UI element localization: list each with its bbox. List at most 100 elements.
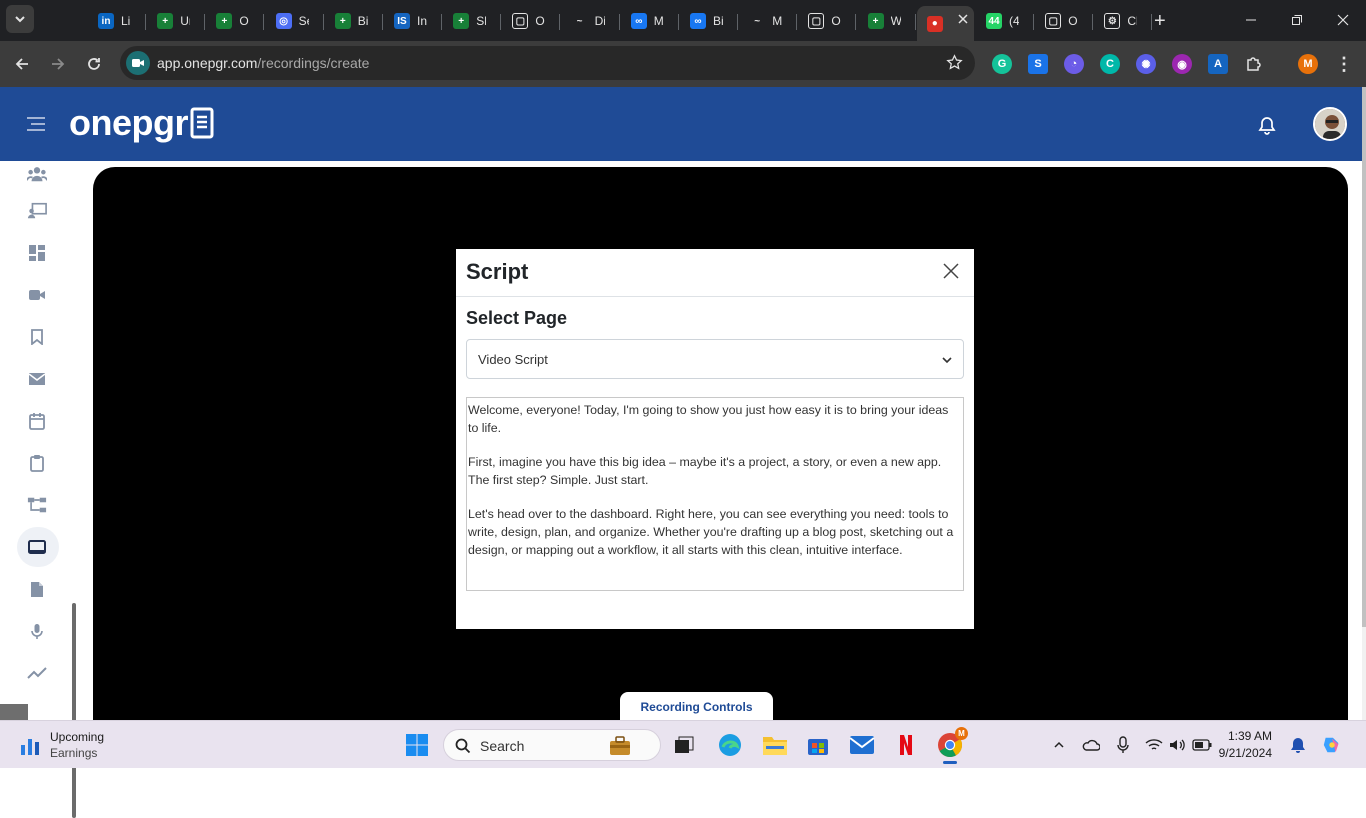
restore-button[interactable] — [1274, 0, 1320, 40]
wifi-icon[interactable] — [1144, 735, 1164, 755]
new-tab-button[interactable]: + — [1148, 6, 1176, 36]
edge-button[interactable] — [715, 730, 745, 760]
file-icon — [27, 580, 47, 598]
mail-icon — [849, 736, 875, 754]
clock-date[interactable]: 9/21/2024 — [1219, 746, 1272, 760]
sidebar-item[interactable] — [17, 527, 59, 567]
extension-gear-icon[interactable]: ✺ — [1136, 54, 1156, 74]
hamburger-menu-icon[interactable] — [26, 116, 46, 137]
extension-badge-icon[interactable]: ◉ — [1172, 54, 1192, 74]
sidebar-scrollbar[interactable] — [72, 603, 76, 818]
browser-tab[interactable]: + Sh — [443, 6, 502, 36]
sidebar-item[interactable] — [17, 275, 59, 315]
grammarly-extension-icon[interactable]: G — [992, 54, 1012, 74]
sidebar-item[interactable] — [17, 569, 59, 609]
extension-c-icon[interactable]: C — [1100, 54, 1120, 74]
browser-tab[interactable]: + Or — [206, 6, 265, 36]
minimize-button[interactable] — [1228, 0, 1274, 40]
close-modal-button[interactable] — [942, 262, 960, 280]
browser-tab[interactable]: ● — [916, 6, 974, 41]
extension-s-icon[interactable]: S — [1028, 54, 1048, 74]
brand-logo[interactable]: onepgr — [69, 102, 214, 144]
modal-divider — [456, 296, 974, 297]
browser-tab[interactable]: ▢ Or — [1035, 6, 1094, 36]
extension-a-icon[interactable]: A — [1208, 54, 1228, 74]
profile-avatar[interactable]: M — [1298, 54, 1318, 74]
tab-title: Di — [594, 14, 605, 28]
tab-search-button[interactable] — [6, 5, 34, 33]
browser-tab[interactable]: ∞ Bi — [680, 6, 738, 36]
tab-title: M — [653, 14, 664, 28]
battery-icon[interactable] — [1192, 735, 1212, 755]
browser-tab[interactable]: + W — [858, 6, 916, 36]
browser-tab[interactable]: ▢ Or — [798, 6, 857, 36]
close-tab-icon[interactable] — [958, 13, 968, 27]
browser-tab[interactable]: ~ Di — [562, 6, 620, 36]
copilot-icon[interactable] — [1322, 735, 1342, 755]
volume-icon[interactable] — [1168, 735, 1188, 755]
script-modal: Script Select Page Video Script Welcome,… — [456, 249, 974, 629]
browser-tab[interactable]: ◎ Se — [266, 6, 324, 36]
page-scrollbar[interactable] — [1362, 87, 1366, 720]
script-textarea[interactable]: Welcome, everyone! Today, I'm going to s… — [466, 397, 964, 591]
tab-title: (4 — [1009, 14, 1019, 28]
onedrive-icon[interactable] — [1081, 735, 1101, 755]
browser-tab[interactable]: + Ur — [147, 6, 206, 36]
sidebar-item[interactable] — [17, 485, 59, 525]
browser-menu-icon[interactable]: ⋮ — [1334, 54, 1354, 74]
browser-tab[interactable]: + Bi — [325, 6, 383, 36]
browser-tab[interactable]: 44 (4 — [976, 6, 1034, 36]
forward-button[interactable] — [43, 49, 73, 79]
chrome-button[interactable]: M — [935, 727, 968, 764]
microphone-icon[interactable] — [1113, 735, 1133, 755]
browser-tab[interactable]: ~ My — [739, 6, 798, 36]
notifications-bell-icon[interactable] — [1288, 735, 1308, 755]
presentation-icon — [27, 202, 47, 220]
store-button[interactable] — [803, 730, 833, 760]
browser-tab[interactable]: ∞ M — [621, 6, 679, 36]
bookmark-star-icon[interactable] — [946, 54, 963, 76]
script-paragraph: Welcome, everyone! Today, I'm going to s… — [468, 403, 949, 435]
windows-logo-icon — [406, 734, 428, 756]
browser-tab[interactable]: ⚙ Ch — [1094, 6, 1153, 36]
recording-controls-button[interactable]: Recording Controls — [620, 692, 773, 722]
notification-bell-icon[interactable] — [1258, 116, 1276, 140]
sidebar-item[interactable] — [17, 653, 59, 693]
address-bar[interactable]: app.onepgr.com/recordings/create — [120, 46, 975, 80]
extensions-puzzle-icon[interactable] — [1244, 54, 1264, 74]
sidebar-item[interactable] — [17, 611, 59, 651]
bookmark-icon — [27, 328, 47, 346]
close-icon — [1337, 14, 1349, 26]
site-info-icon[interactable] — [126, 51, 150, 75]
user-avatar[interactable] — [1313, 107, 1347, 141]
taskbar-search[interactable]: Search — [443, 729, 661, 761]
browser-tab[interactable]: IS Int — [384, 6, 442, 36]
sidebar-item[interactable] — [17, 317, 59, 357]
sidebar-item[interactable] — [17, 154, 59, 194]
back-button[interactable] — [7, 49, 37, 79]
browser-tab[interactable]: ▢ Or — [502, 6, 561, 36]
show-hidden-icons-button[interactable] — [1049, 735, 1069, 755]
page-select-dropdown[interactable]: Video Script — [466, 339, 964, 379]
url-path: /recordings/create — [257, 55, 370, 71]
clock-time[interactable]: 1:39 AM — [1228, 729, 1272, 743]
browser-tab[interactable]: in LinkedIn — [88, 6, 146, 36]
close-window-button[interactable] — [1320, 0, 1366, 40]
start-button[interactable] — [402, 730, 432, 760]
task-view-button[interactable] — [669, 730, 699, 760]
sidebar-item[interactable] — [17, 359, 59, 399]
file-explorer-button[interactable] — [760, 730, 790, 760]
sidebar-item[interactable] — [17, 233, 59, 273]
netflix-button[interactable] — [891, 730, 921, 760]
tab-title: Ur — [180, 14, 190, 28]
mail-button[interactable] — [847, 730, 877, 760]
stock-chart-icon[interactable] — [18, 733, 42, 762]
store-icon — [808, 739, 828, 755]
app-header: onepgr — [0, 87, 1362, 161]
sidebar-item[interactable] — [17, 443, 59, 483]
widget-title[interactable]: Upcoming — [50, 730, 104, 744]
sidebar-item[interactable] — [17, 191, 59, 231]
sidebar-item[interactable] — [17, 401, 59, 441]
reload-button[interactable] — [79, 49, 109, 79]
extension-chat-icon[interactable]: ◔ — [1064, 54, 1084, 74]
